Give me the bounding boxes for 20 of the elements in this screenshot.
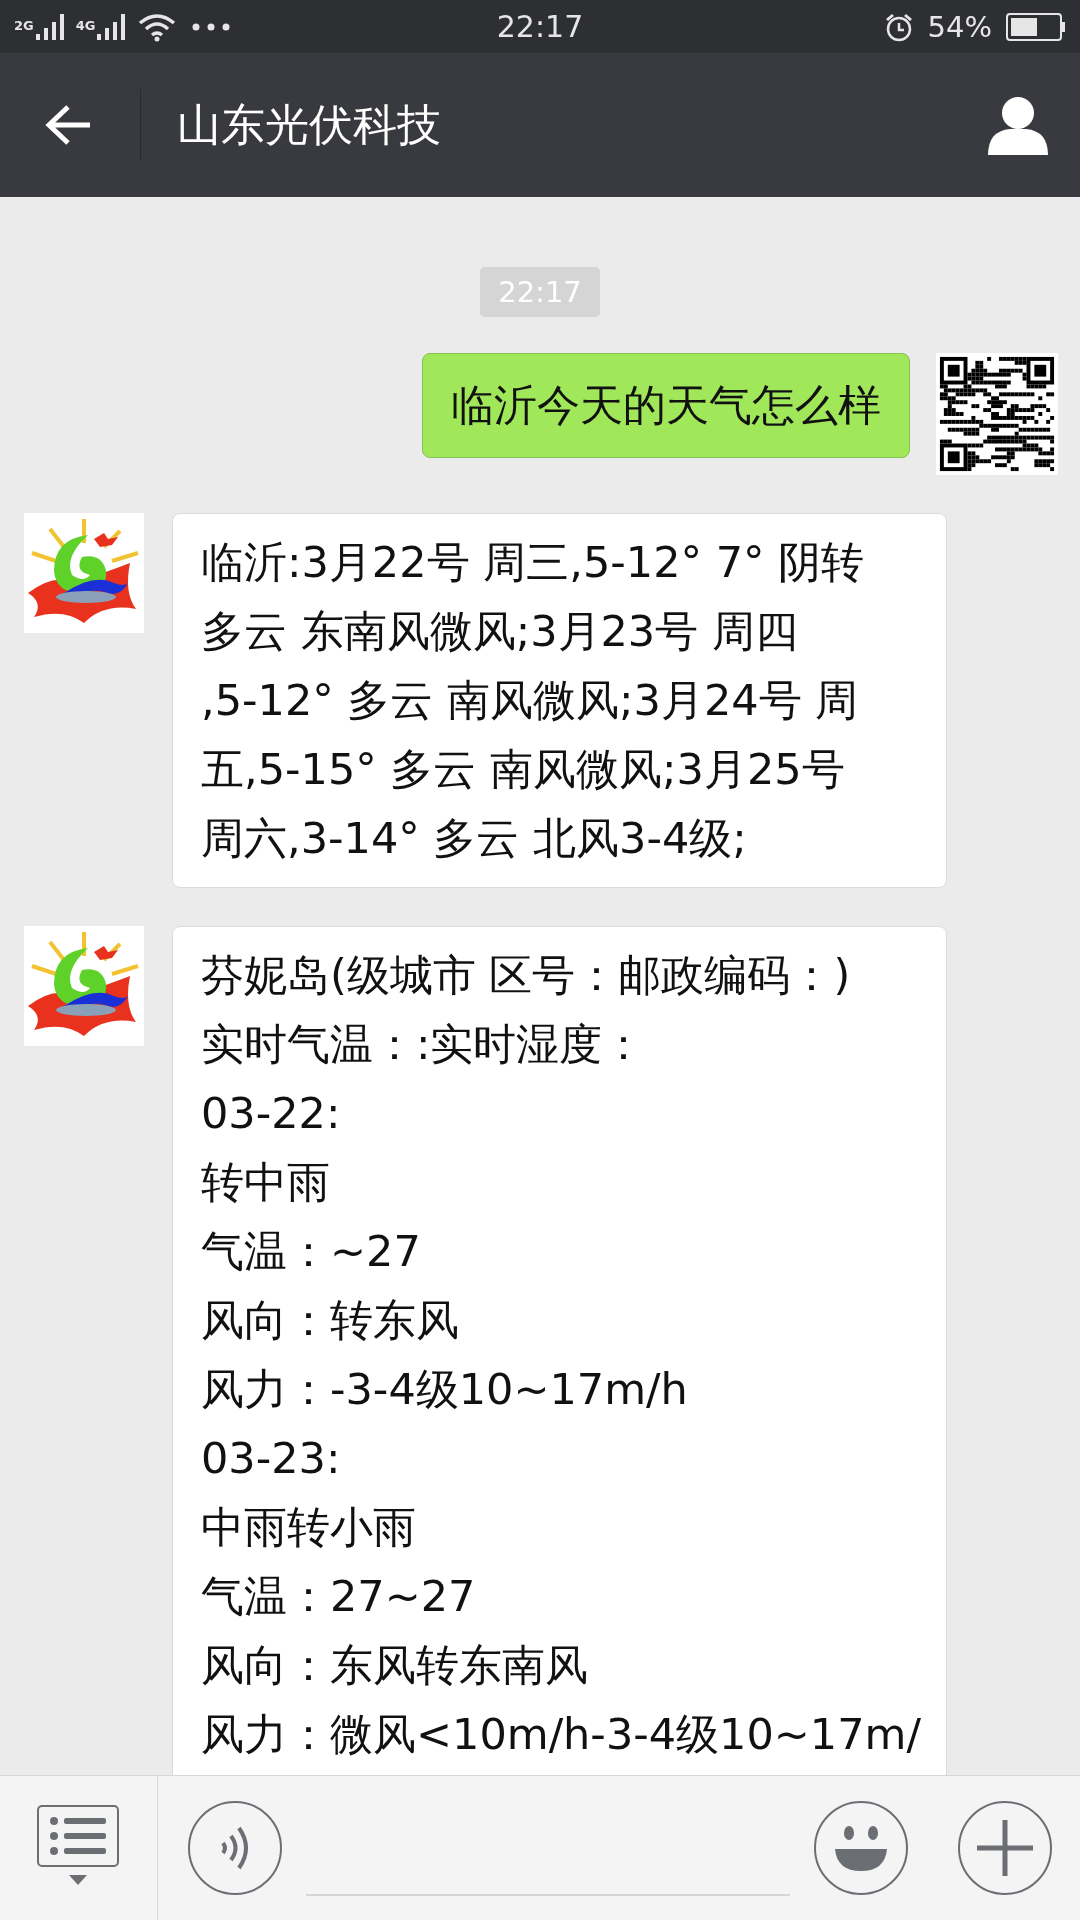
- message-bubble[interactable]: 芬妮岛(级城市 区号：邮政编码：) 实时气温：:实时湿度： 03-22: 转中雨 气温：~27 风向：转东风 风力：-3-4级10~17m/h 03-23: 中雨转小雨 气温：27~27 风向：东风转东南风 风力：微风<10m/h-3-4级10~17m/: [172, 926, 947, 1775]
- message-bubble[interactable]: 临沂:3月22号 周三,5-12° 7° 阴转 多云 东南风微风;3月23号 周四 ,5-12° 多云 南风微风;3月24号 周 五,5-15° 多云 南风微风;3月25号 周六,3-14° 多云 北风3-4级;: [172, 513, 947, 888]
- logo-icon: [24, 926, 144, 1046]
- plus-icon: [977, 1820, 1033, 1876]
- voice-button[interactable]: [188, 1801, 282, 1895]
- signal-icon: [35, 13, 66, 40]
- logo-icon: [24, 513, 144, 633]
- wifi-icon: [137, 11, 178, 42]
- emoji-button[interactable]: [814, 1801, 908, 1895]
- network-label: 2G: [14, 17, 34, 33]
- battery-icon: [1006, 12, 1066, 41]
- more-icon: [191, 21, 232, 32]
- signal-icon: [97, 13, 128, 40]
- clock: 22:17: [495, 9, 585, 44]
- battery-percent: 54%: [927, 9, 992, 44]
- message-bubble[interactable]: 临沂今天的天气怎么样: [422, 353, 910, 458]
- network-label: 4G: [75, 17, 96, 33]
- chat-title: 山东光伏科技: [177, 97, 442, 152]
- add-button[interactable]: [958, 1801, 1052, 1895]
- profile-icon[interactable]: [986, 95, 1050, 155]
